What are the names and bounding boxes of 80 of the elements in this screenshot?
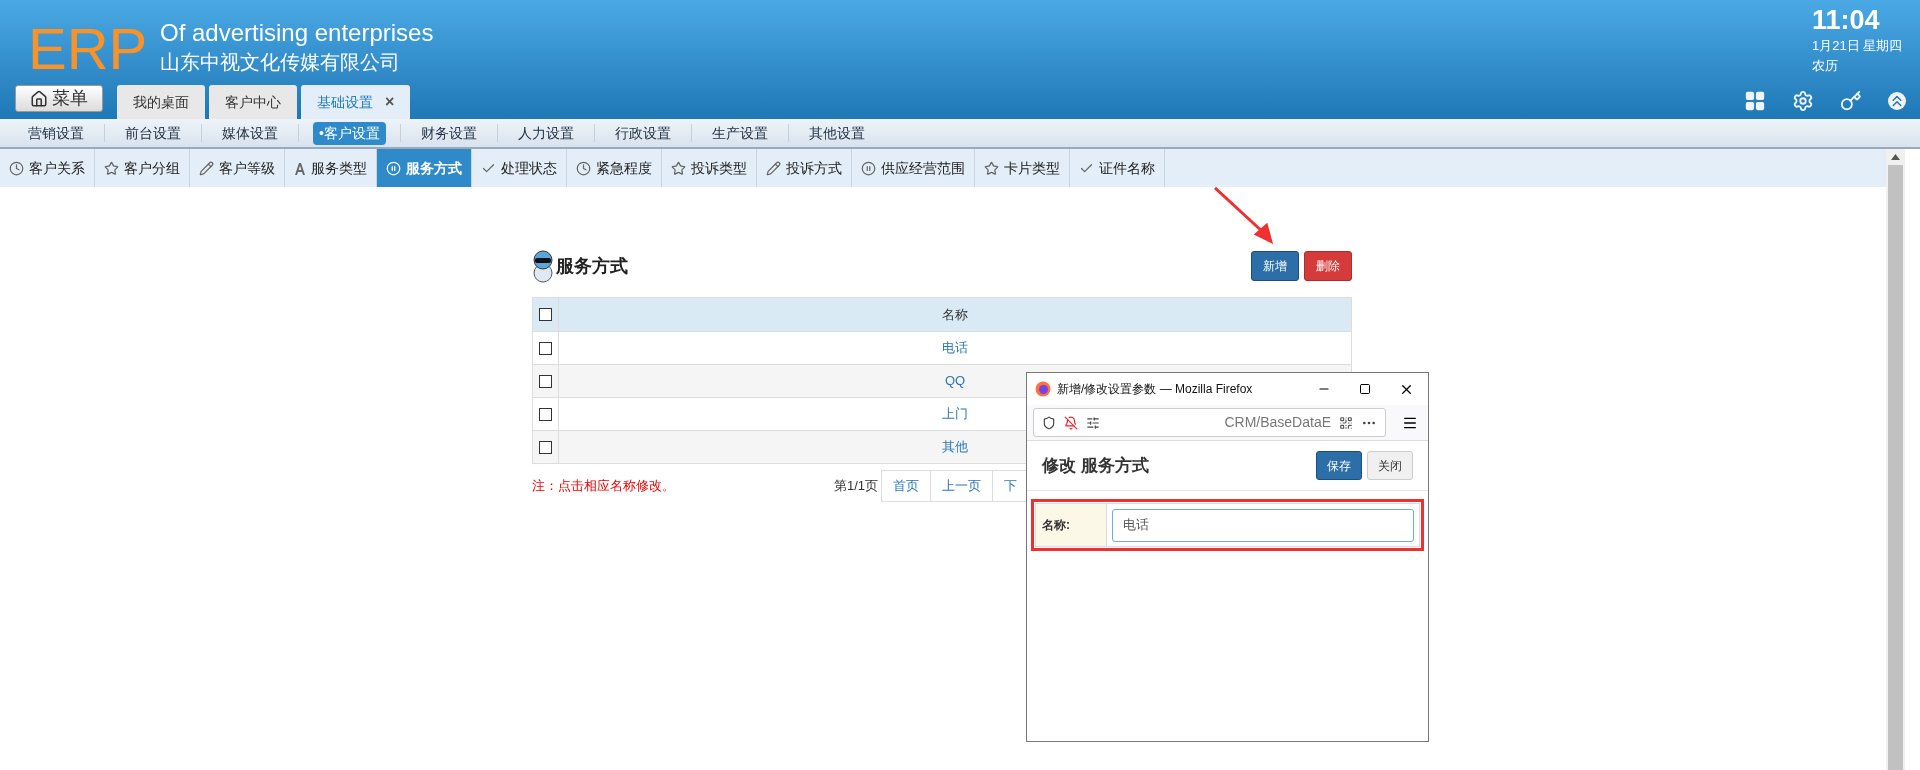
- clock-time: 11:04: [1812, 4, 1880, 36]
- address-bar[interactable]: CRM/BaseDataE: [1033, 408, 1386, 437]
- maximize-icon[interactable]: [1359, 383, 1371, 395]
- pencil-icon: [766, 160, 781, 176]
- sub-nav-tab[interactable]: 投诉类型: [662, 149, 757, 187]
- checkbox[interactable]: [539, 341, 552, 355]
- mascot-icon: [532, 249, 554, 283]
- pause-icon: [861, 160, 876, 176]
- form-heading: 修改 服务方式: [1042, 454, 1149, 477]
- clock-icon: [9, 160, 24, 176]
- name-input[interactable]: 电话: [1112, 508, 1414, 542]
- sub-nav-tab[interactable]: 客户关系: [0, 149, 95, 187]
- lunar-text: 农历: [1812, 57, 1838, 75]
- save-button[interactable]: 保存: [1316, 451, 1362, 480]
- star-icon: [104, 160, 119, 176]
- sub-nav-tab[interactable]: 卡片类型: [975, 149, 1070, 187]
- url-text: CRM/BaseDataE: [1223, 413, 1331, 432]
- name-link[interactable]: 上门: [942, 404, 968, 424]
- sub-nav-tab[interactable]: 证件名称: [1070, 149, 1165, 187]
- sub-nav-tab[interactable]: 处理状态: [472, 149, 567, 187]
- sub-nav-tab[interactable]: 供应经营范围: [852, 149, 975, 187]
- pager-link[interactable]: 首页: [881, 470, 932, 502]
- tab[interactable]: 我的桌面: [117, 85, 205, 119]
- name-link[interactable]: 电话: [942, 338, 968, 358]
- name-link[interactable]: 其他: [942, 437, 968, 457]
- add-widget-icon[interactable]: [1744, 90, 1766, 112]
- star-icon: [984, 160, 999, 176]
- date-text: 1月21日 星期四: [1812, 37, 1903, 55]
- sub-nav-tab[interactable]: 服务方式: [377, 149, 472, 187]
- add-button[interactable]: 新增: [1251, 251, 1299, 281]
- sub-nav-tab[interactable]: 投诉方式: [757, 149, 852, 187]
- nav-item[interactable]: •客户设置: [313, 121, 386, 145]
- menu-button[interactable]: 菜单: [15, 85, 103, 112]
- sub-nav-tab[interactable]: 客户等级: [190, 149, 285, 187]
- window-title: 新增/修改设置参数 — Mozilla Firefox: [1057, 381, 1254, 398]
- note-text: 注：点击相应名称修改。: [532, 477, 676, 496]
- pencil-icon: [199, 160, 214, 176]
- nav-item[interactable]: 财务设置: [414, 121, 483, 145]
- nav-item[interactable]: 前台设置: [119, 121, 187, 145]
- checkbox[interactable]: [539, 308, 552, 321]
- sub-nav-tab[interactable]: 紧急程度: [567, 149, 662, 187]
- column-header: 名称: [941, 305, 969, 324]
- key-icon[interactable]: [1840, 90, 1862, 112]
- qr-code-icon[interactable]: [1339, 415, 1353, 430]
- checkbox[interactable]: [539, 374, 552, 388]
- settings-icon[interactable]: [1792, 90, 1814, 112]
- name-link[interactable]: QQ: [944, 371, 966, 391]
- nav-item[interactable]: 营销设置: [22, 121, 90, 145]
- tab[interactable]: 基础设置 ×: [301, 85, 411, 119]
- firefox-icon: [1035, 381, 1051, 397]
- scrollbar-thumb[interactable]: [1888, 165, 1903, 770]
- field-label: 名称:: [1036, 504, 1107, 546]
- letter-a-icon: [294, 161, 306, 175]
- permissions-icon: [1086, 415, 1100, 430]
- home-icon: [30, 89, 48, 108]
- company-name: 山东中视文化传媒有限公司: [160, 50, 401, 75]
- app-title: Of advertising enterprises: [160, 18, 434, 48]
- nav-item[interactable]: 其他设置: [802, 121, 871, 145]
- pager-link[interactable]: 上一页: [930, 470, 994, 502]
- nav-item[interactable]: 人力设置: [511, 121, 580, 145]
- close-tab-button[interactable]: ×: [385, 90, 395, 114]
- nav-item[interactable]: 媒体设置: [216, 121, 284, 145]
- clock-icon: [576, 160, 591, 176]
- shield-icon: [1042, 415, 1056, 430]
- logo: ERP: [28, 20, 149, 78]
- page-info: 第1/1页: [834, 477, 879, 496]
- delete-button[interactable]: 删除: [1304, 251, 1352, 281]
- nav-item[interactable]: 行政设置: [608, 121, 677, 145]
- star-icon: [671, 160, 686, 176]
- checkbox[interactable]: [539, 440, 552, 454]
- page-title: 服务方式: [556, 254, 628, 278]
- tab[interactable]: 客户中心: [209, 85, 297, 119]
- pause-icon: [386, 160, 401, 176]
- scroll-up-icon[interactable]: [1891, 154, 1900, 160]
- sub-nav-tab[interactable]: 客户分组: [95, 149, 190, 187]
- nav-item[interactable]: 生产设置: [705, 121, 774, 145]
- close-button[interactable]: 关闭: [1367, 451, 1413, 480]
- blocked-permission-icon: [1064, 415, 1078, 430]
- checkbox[interactable]: [539, 407, 552, 421]
- collapse-icon[interactable]: [1888, 92, 1906, 110]
